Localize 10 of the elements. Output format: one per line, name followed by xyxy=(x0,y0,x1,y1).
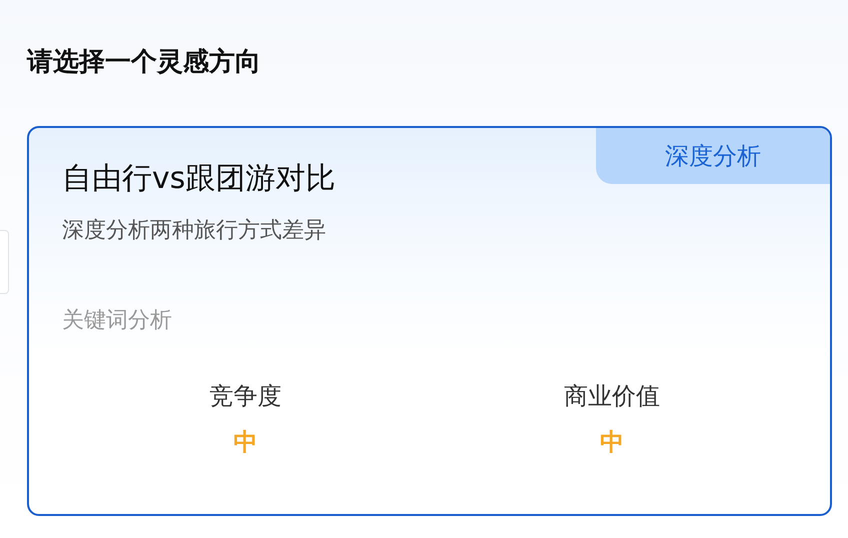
inspiration-card[interactable]: 深度分析 自由行vs跟团游对比 深度分析两种旅行方式差异 关键词分析 竞争度 中 商业价值 中 xyxy=(27,126,832,516)
metric-value: 中 xyxy=(233,427,258,458)
card-subtitle: 深度分析两种旅行方式差异 xyxy=(62,217,327,245)
page-heading: 请选择一个灵感方向 xyxy=(27,46,262,79)
card-title: 自由行vs跟团游对比 xyxy=(62,160,336,198)
metric-value: 中 xyxy=(600,427,624,458)
section-label: 关键词分析 xyxy=(62,307,173,335)
metric-label: 商业价值 xyxy=(564,381,660,412)
metric-label: 竞争度 xyxy=(209,381,282,412)
tag-label: 深度分析 xyxy=(596,128,830,184)
